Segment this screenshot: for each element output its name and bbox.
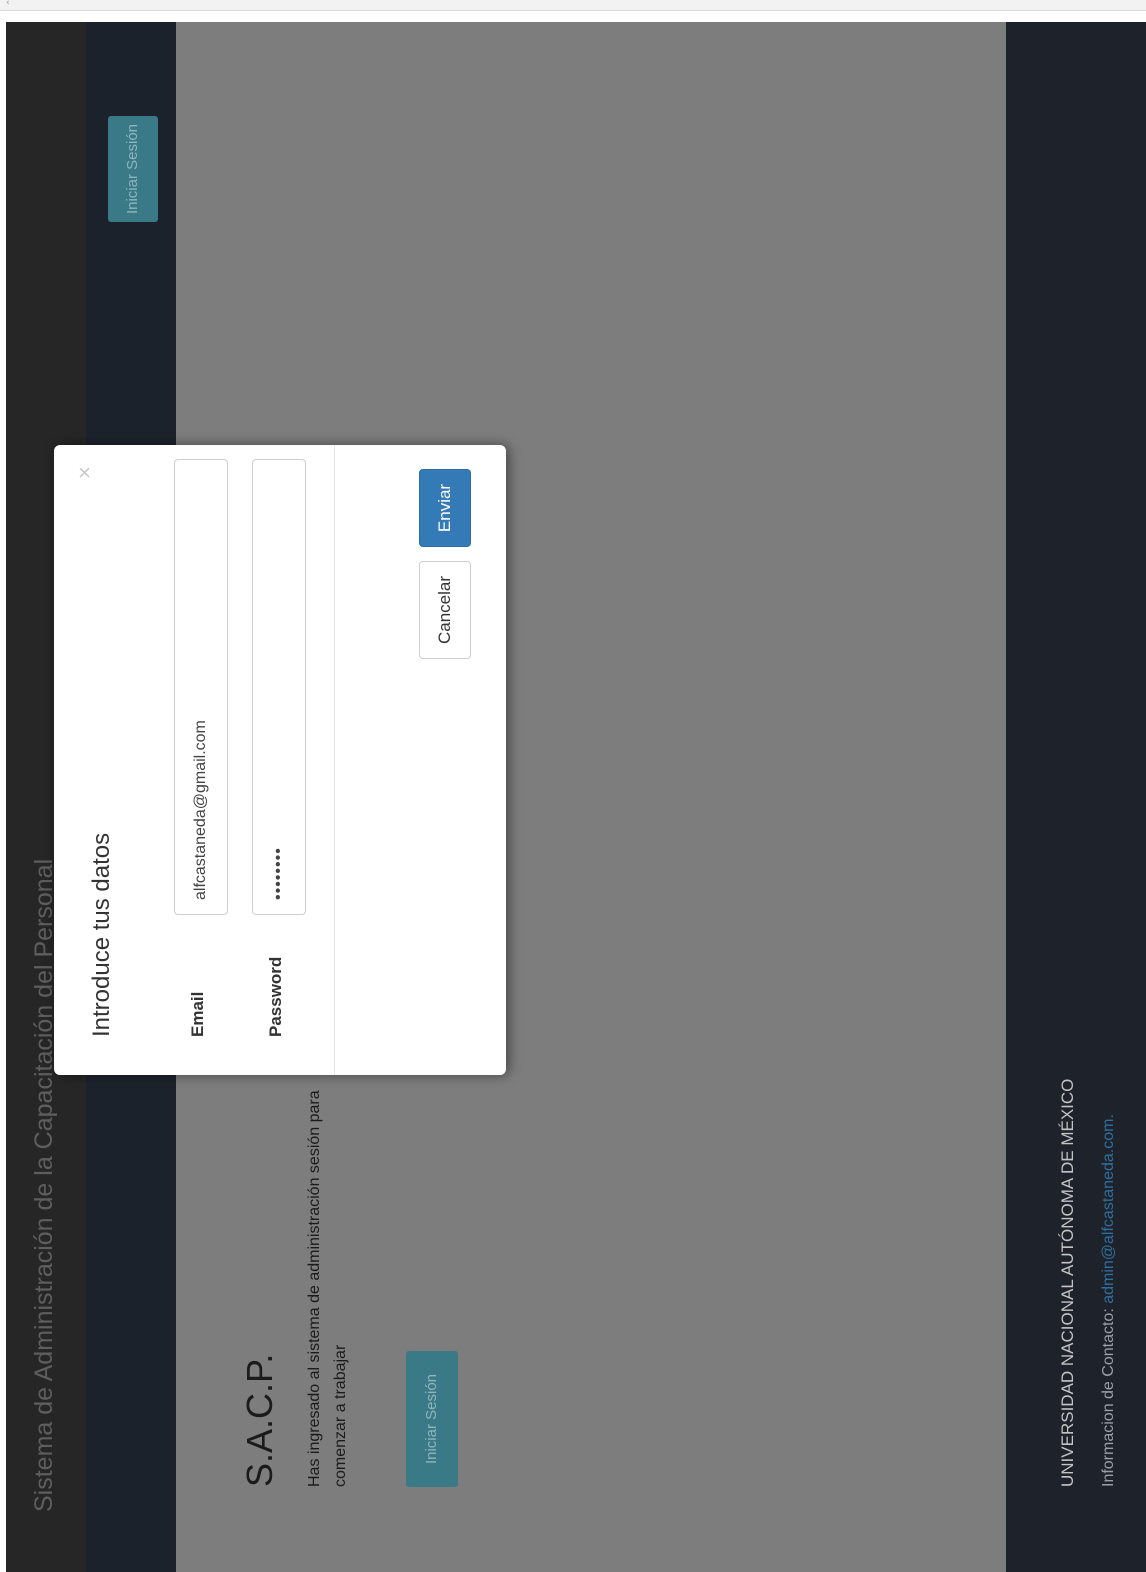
password-field[interactable] (252, 459, 306, 915)
cancel-button[interactable]: Cancelar (419, 561, 471, 659)
hero-login-button[interactable]: Iniciar Sesión (406, 1351, 458, 1487)
modal-divider (334, 445, 335, 1075)
submit-button[interactable]: Enviar (419, 469, 471, 547)
password-label: Password (266, 956, 285, 1037)
footer-university: UNIVERSIDAD NACIONAL AUTÓNOMA DE MÉXICO (1058, 1078, 1077, 1487)
footer-contact: Informacion de Contacto: admin@alfcastan… (1100, 1114, 1118, 1487)
footer-contact-label: Informacion de Contacto: (1100, 1308, 1117, 1487)
footer: UNIVERSIDAD NACIONAL AUTÓNOMA DE MÉXICO … (1006, 22, 1146, 1572)
login-modal: Introduce tus datos × Email Password Can… (54, 445, 506, 1075)
email-label: Email (188, 991, 207, 1037)
close-icon[interactable]: × (72, 466, 97, 479)
footer-contact-email-link[interactable]: admin@alfcastaneda.com. (1100, 1114, 1117, 1304)
navbar-login-button[interactable]: Iniciar Sesión (108, 116, 158, 222)
corner-mark: ‹ (6, 0, 10, 8)
modal-title: Introduce tus datos (88, 832, 115, 1037)
browser-top-strip: ‹ (0, 0, 1146, 11)
email-field[interactable] (174, 459, 228, 915)
hero-title: S.A.C.P. (239, 1353, 280, 1487)
hero-text: Has ingresado al sistema de administraci… (306, 1090, 349, 1487)
page-rotated: Sistema de Administración de la Capacita… (6, 22, 1146, 1572)
